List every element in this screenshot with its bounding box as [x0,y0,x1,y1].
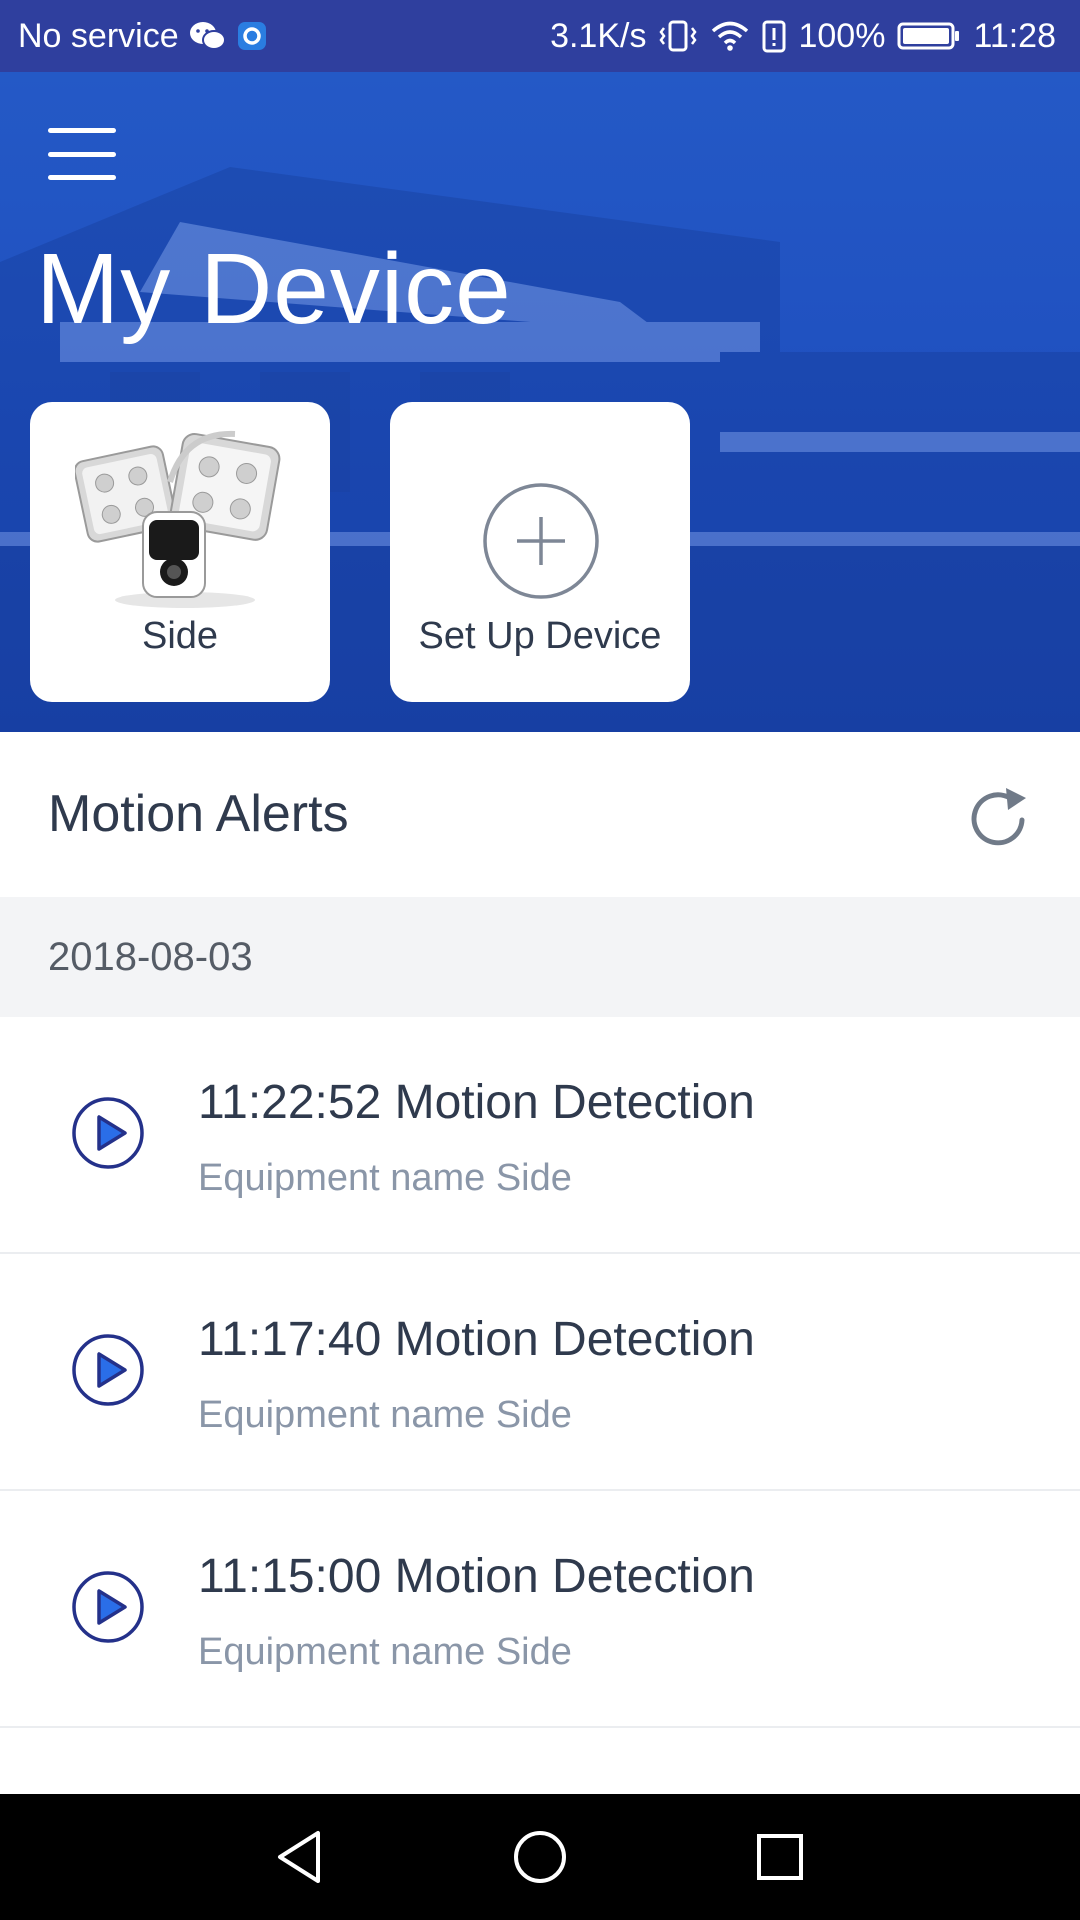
refresh-icon[interactable] [964,782,1036,854]
alert-subtitle: Equipment name Side [198,1394,572,1436]
device-card-side[interactable]: Side [30,402,330,702]
date-section-header: 2018-08-03 [0,897,1080,1017]
setup-device-label: Set Up Device [418,615,662,657]
back-icon[interactable] [270,1827,330,1887]
battery-percent: 100% [798,16,886,55]
battery-icon [897,21,961,51]
alert-title: 11:15:00 Motion Detection [198,1550,755,1603]
carrier-text: No service [18,16,179,55]
play-icon[interactable] [70,1332,146,1408]
plus-circle-icon [483,483,599,599]
alert-list-item[interactable]: 11:15:00 Motion Detection Equipment name… [0,1491,1080,1728]
status-right: 3.1K/s 100% 11:28 [550,17,1056,56]
battery-alert-icon [762,19,786,53]
page-title: My Device [36,233,512,345]
system-nav-bar [0,1794,1080,1920]
setup-device-card[interactable]: Set Up Device [390,402,690,702]
recents-icon[interactable] [750,1827,810,1887]
status-left: No service [18,17,267,56]
menu-line [48,151,116,157]
alert-title: 11:22:52 Motion Detection [198,1076,755,1129]
alert-date: 2018-08-03 [48,935,253,979]
play-icon[interactable] [70,1569,146,1645]
alert-subtitle: Equipment name Side [198,1157,572,1199]
ring-app-icon [237,21,267,51]
home-icon[interactable] [510,1827,570,1887]
device-header: My Device Side Set Up Device [0,72,1080,732]
alert-title: 11:17:40 Motion Detection [198,1313,755,1366]
device-label: Side [141,615,219,657]
menu-line [48,175,116,180]
vibrate-icon [658,19,698,53]
wifi-icon [710,19,750,53]
network-speed: 3.1K/s [550,16,647,55]
play-icon[interactable] [70,1095,146,1171]
hamburger-menu-icon[interactable] [46,124,118,184]
alert-subtitle: Equipment name Side [198,1631,572,1673]
alert-list-item[interactable]: 11:22:52 Motion Detection Equipment name… [0,1017,1080,1254]
menu-line [48,128,116,133]
motion-alerts-header: Motion Alerts [0,732,1080,897]
clock: 11:28 [973,16,1056,55]
wechat-icon [189,20,227,52]
floodlight-camera-icon [75,430,281,608]
motion-alerts-title: Motion Alerts [48,785,349,843]
status-bar: No service 3.1K/s 100% 11:28 [0,0,1080,72]
alert-list-item[interactable]: 11:17:40 Motion Detection Equipment name… [0,1254,1080,1491]
